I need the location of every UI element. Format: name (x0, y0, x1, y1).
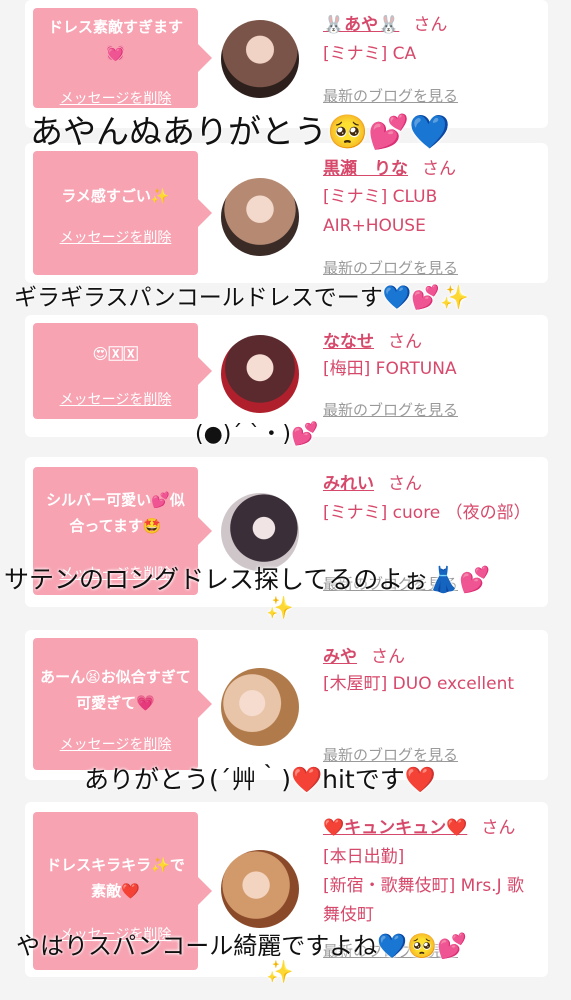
message-bubble: あーん😫お似合すぎて可愛ぎて💗 メッセージを削除 (33, 638, 212, 770)
overlay-caption: ✨ (266, 596, 294, 621)
delete-message-link[interactable]: メッセージを削除 (33, 389, 198, 409)
shop-name: [ミナミ] CLUB AIR+HOUSE (323, 187, 438, 236)
honorific: さん (388, 332, 422, 352)
honorific: さん (413, 15, 448, 35)
message-text: ドレスキラキラ✨で素敵❤️ (46, 856, 185, 900)
avatar[interactable] (221, 335, 299, 413)
sender-name-line: ❤️キュンキュン❤️ さん [本日出勤] (323, 814, 538, 872)
honorific: さん (371, 647, 405, 667)
honorific: さん (388, 474, 422, 494)
delete-message-link[interactable]: メッセージを削除 (33, 734, 198, 754)
overlay-caption: ✨ (266, 960, 294, 985)
overlay-caption: あやんぬありがとう🥺💕💙 (30, 112, 451, 151)
shop-name: [ミナミ] cuore （夜の部） (323, 503, 531, 523)
delete-message-link[interactable]: メッセージを削除 (33, 227, 198, 247)
message-bubble: ドレス素敵すぎます💓 メッセージを削除 (33, 8, 212, 108)
blog-link[interactable]: 最新のブログを見る (323, 85, 458, 106)
message-bubble: ラメ感すごい✨ メッセージを削除 (33, 151, 212, 275)
message-text: 😍🅇🅇 (92, 345, 139, 363)
status-label: [本日出勤] (323, 847, 405, 867)
sender-name[interactable]: 黒瀬 りな (323, 159, 408, 179)
honorific: さん (481, 818, 516, 838)
sender-name[interactable]: ななせ (323, 332, 374, 352)
sender-name-line: みれい さん (323, 469, 422, 494)
sender-name-line: ななせ さん (323, 327, 422, 352)
message-text: ラメ感すごい✨ (61, 187, 170, 205)
avatar[interactable] (221, 178, 299, 256)
avatar[interactable] (221, 20, 299, 98)
message-card: あーん😫お似合すぎて可愛ぎて💗 メッセージを削除 みや さん [木屋町] DUO … (25, 630, 548, 780)
message-bubble: 😍🅇🅇 メッセージを削除 (33, 323, 212, 419)
message-card: ラメ感すごい✨ メッセージを削除 黒瀬 りな さん [ミナミ] CLUB AIR+… (25, 143, 548, 283)
sender-name[interactable]: ❤️キュンキュン❤️ (323, 818, 467, 838)
shop-name: [梅田] FORTUNA (323, 359, 457, 379)
sender-name[interactable]: みれい (323, 474, 374, 494)
shop-name: [ミナミ] CA (323, 44, 417, 64)
shop-name: [新宿・歌舞伎町] Mrs.J 歌舞伎町 (323, 876, 525, 925)
sender-name-line: 黒瀬 りな さん (323, 154, 456, 179)
blog-link[interactable]: 最新のブログを見る (323, 399, 458, 420)
overlay-caption: サテンのロングドレス探してるのよぉ👗💕 (4, 565, 491, 594)
overlay-caption: やはりスパンコール綺麗ですよね💙🥺💕 (16, 932, 467, 960)
overlay-caption: (●)´ ˋ・)💕 (195, 422, 319, 447)
sender-name-line: 🐰あや🐰 さん (323, 10, 447, 35)
sender-name[interactable]: みや (323, 647, 357, 667)
overlay-caption: ギラギラスパンコールドレスでーす💙💕✨ (14, 285, 469, 311)
overlay-caption: ありがとう(´艸｀)❤️hitです❤️ (84, 765, 436, 794)
message-text: ドレス素敵すぎます💓 (47, 18, 183, 62)
honorific: さん (422, 159, 456, 179)
shop-name: [木屋町] DUO excellent (323, 674, 515, 694)
message-text: シルバー可愛い💕似合ってます🤩 (46, 491, 185, 535)
sender-name[interactable]: 🐰あや🐰 (323, 15, 399, 35)
message-text: あーん😫お似合すぎて可愛ぎて💗 (40, 668, 191, 712)
blog-link[interactable]: 最新のブログを見る (323, 257, 458, 278)
sender-name-line: みや さん (323, 642, 405, 667)
avatar[interactable] (221, 850, 299, 928)
avatar[interactable] (221, 668, 299, 746)
